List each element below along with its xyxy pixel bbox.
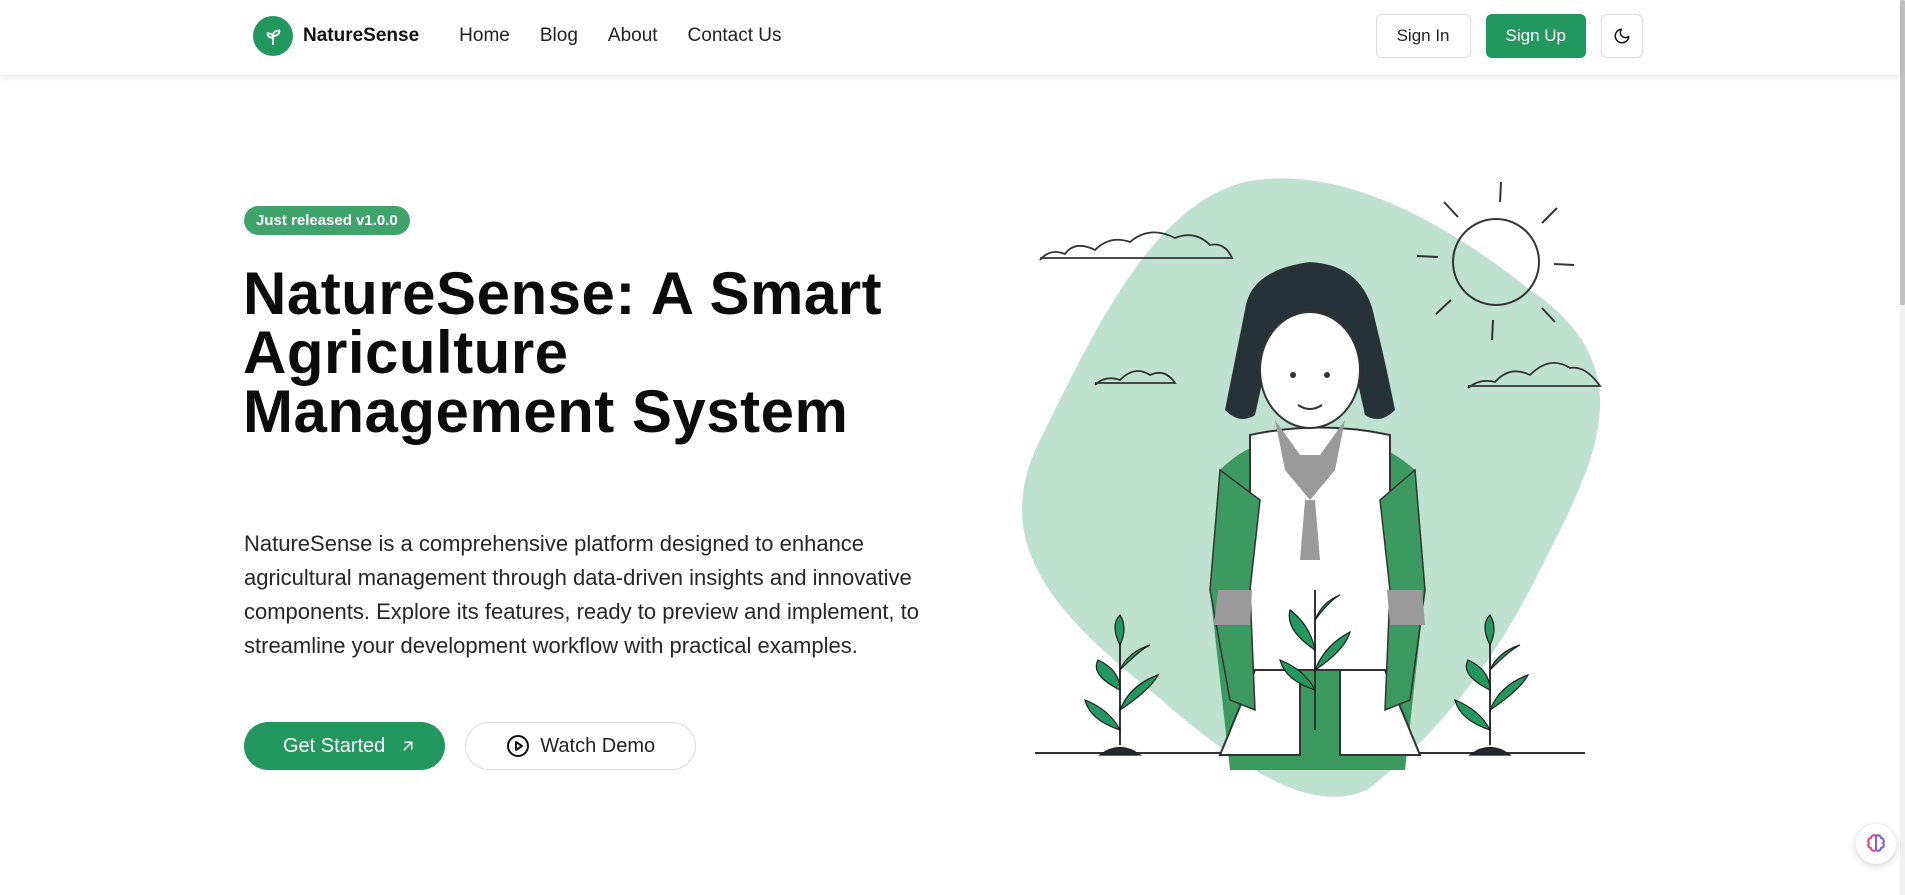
moon-icon xyxy=(1614,28,1630,44)
hero-description: NatureSense is a comprehensive platform … xyxy=(244,531,920,658)
hero-title: NatureSense: A Smart Agriculture Managem… xyxy=(243,260,883,445)
get-started-button[interactable]: Get Started xyxy=(244,722,446,770)
main-nav: Home Blog About Contact Us xyxy=(459,25,781,47)
sign-up-button[interactable]: Sign Up xyxy=(1485,14,1586,58)
hero-ctas: Get Started Watch Demo xyxy=(244,722,697,770)
scrollbar-thumb[interactable] xyxy=(1900,0,1905,305)
play-circle-icon xyxy=(507,735,530,757)
watch-demo-label: Watch Demo xyxy=(540,734,656,757)
theme-toggle-button[interactable] xyxy=(1601,14,1643,58)
nav-home[interactable]: Home xyxy=(459,25,510,47)
release-badge: Just released v1.0.0 xyxy=(244,206,410,235)
farmer-illustration xyxy=(1022,178,1602,797)
brand[interactable]: NatureSense xyxy=(253,16,419,56)
watch-demo-button[interactable]: Watch Demo xyxy=(465,722,697,770)
nav-contact[interactable]: Contact Us xyxy=(688,25,782,47)
nav-about[interactable]: About xyxy=(608,25,658,47)
assistant-button[interactable] xyxy=(1856,824,1896,864)
header-inner: NatureSense Home Blog About Contact Us S… xyxy=(253,14,1643,58)
brand-name: NatureSense xyxy=(303,25,420,46)
get-started-label: Get Started xyxy=(283,734,386,757)
site-header: NatureSense Home Blog About Contact Us S… xyxy=(0,0,1900,75)
header-actions: Sign In Sign Up xyxy=(1375,14,1643,58)
brain-icon xyxy=(1867,834,1885,852)
sprout-icon xyxy=(253,16,293,56)
arrow-up-right-icon xyxy=(403,741,413,751)
sign-in-button[interactable]: Sign In xyxy=(1375,14,1471,58)
nav-blog[interactable]: Blog xyxy=(540,25,578,47)
